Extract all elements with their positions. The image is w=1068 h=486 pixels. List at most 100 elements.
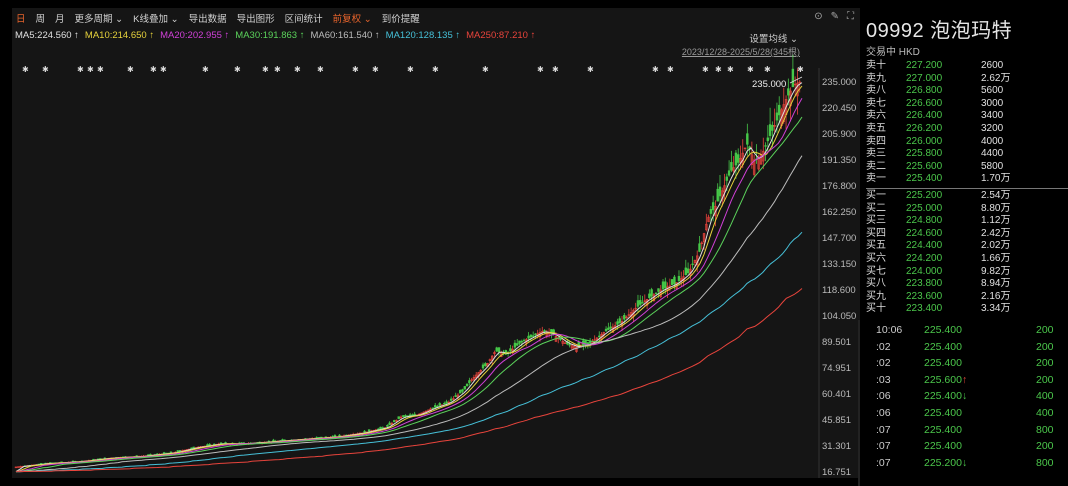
event-marker-icon: ✱ (234, 65, 241, 74)
y-tick-label: 104.050 (822, 311, 856, 322)
ask-vol: 5600 (981, 85, 1004, 97)
bid-label: 买六 (866, 253, 886, 264)
bid-label: 买四 (866, 227, 886, 239)
candle-body (516, 343, 519, 346)
candle-body (650, 289, 653, 297)
ask-row: 卖八 226.800 5600 (866, 85, 1066, 97)
tick-price: 225.600↑ (916, 372, 1036, 389)
bid-price: 224.200 (906, 253, 943, 264)
event-marker-icon: ✱ (747, 65, 754, 74)
candle-body (14, 466, 18, 469)
arrow-down-icon: ↓ (961, 390, 968, 403)
tick-time: :02 (876, 357, 891, 370)
bid-label: 买一 (866, 190, 886, 201)
ask-vol: 3000 (981, 97, 1004, 109)
bid-row: 买八 223.800 8.94万 (866, 278, 1066, 290)
ask-label: 卖五 (866, 123, 886, 134)
ask-price: 227.200 (906, 60, 943, 71)
tick-volume: 400 (1036, 390, 1054, 403)
arrow-up-icon: ↑ (961, 373, 968, 386)
tick-row: 10:06 225.400 200 (860, 322, 1068, 339)
candle-body (497, 347, 501, 353)
event-marker-icon: ✱ (727, 65, 734, 74)
candle-body (598, 335, 601, 338)
y-tick-label: 162.250 (822, 207, 856, 218)
ask-label: 卖一 (866, 173, 886, 185)
event-marker-icon: ✱ (87, 65, 94, 74)
tick-price-value: 225.400 (924, 423, 962, 436)
bid-row: 买十 223.400 3.34万 (866, 303, 1066, 315)
candle-body (616, 321, 619, 325)
candle-body (698, 243, 701, 252)
tick-price: 225.400 (916, 355, 1036, 372)
event-marker-icon: ✱ (160, 65, 167, 74)
candle-body (764, 145, 767, 147)
candle-body (484, 363, 487, 366)
tick-price: 225.400 (916, 405, 1036, 422)
candle-body (725, 176, 729, 181)
event-marker-icon: ✱ (274, 65, 281, 74)
bid-vol: 3.34万 (981, 303, 1011, 315)
candle-body (609, 326, 612, 329)
candle-body (775, 112, 779, 121)
candle-body (459, 389, 462, 394)
ask-price: 226.000 (906, 135, 943, 147)
bid-label: 买五 (866, 240, 886, 252)
candle-body (618, 318, 621, 324)
y-tick-label: 89.501 (822, 337, 851, 348)
bid-vol: 2.42万 (981, 227, 1011, 239)
candle-body (623, 315, 626, 320)
candle-body (737, 154, 740, 163)
candle-body (176, 450, 179, 452)
candle-body (654, 292, 658, 294)
tick-price: 225.400 (916, 422, 1036, 439)
tick-price-value: 225.400 (924, 390, 962, 403)
candle-body (771, 125, 774, 131)
candle-body (381, 427, 384, 429)
tick-time: :06 (876, 407, 891, 419)
tick-row: :02 225.400 200 (860, 339, 1068, 356)
candle-body (443, 402, 446, 405)
event-marker-icon: ✱ (127, 65, 134, 74)
candle-body (648, 293, 651, 298)
tick-price-value: 225.400 (924, 357, 962, 370)
ask-vol: 1.70万 (981, 173, 1011, 185)
ma-line-ma60 (16, 155, 803, 473)
bid-price: 224.800 (906, 215, 943, 227)
ask-row: 卖一 225.400 1.70万 (866, 173, 1066, 185)
ask-row: 卖二 225.600 5800 (866, 161, 1066, 173)
ask-label: 卖六 (866, 110, 886, 122)
candle-body (208, 443, 211, 446)
candle-body (431, 407, 435, 409)
event-marker-icon: ✱ (294, 65, 301, 74)
ma-line-ma5 (15, 82, 803, 473)
y-tick-label: 118.600 (822, 285, 856, 296)
tick-volume: 200 (1036, 440, 1054, 453)
ask-label: 卖八 (866, 85, 886, 97)
event-marker-icon: ✱ (667, 65, 674, 74)
tick-row: :02 225.400 200 (860, 355, 1068, 372)
ask-price: 225.600 (906, 160, 943, 172)
bid-row: 买六 224.200 1.66万 (866, 253, 1066, 265)
candle-body (636, 300, 640, 307)
candle-body (670, 279, 674, 286)
candle-body (673, 276, 676, 285)
y-tick-label: 205.900 (822, 129, 856, 140)
ask-label: 卖三 (866, 148, 886, 160)
kline-chart[interactable]: 235.000 220.450 205.900 191.350 176.800 162.2… (12, 8, 860, 478)
ask-label: 卖二 (866, 160, 886, 172)
candle-body (691, 263, 694, 266)
candle-body (388, 422, 391, 426)
tick-volume: 200 (1036, 340, 1054, 353)
candle-body (392, 420, 396, 422)
y-tick-label: 31.301 (822, 441, 851, 452)
candle-body (397, 416, 400, 419)
candle-body (563, 342, 567, 344)
candle-body (718, 186, 722, 197)
kline-chart-panel[interactable]: 日周月更多周期 ⌄ K线叠加 ⌄ 导出数据 导出图形 区间统计 前复权 ⌄ 到价提醒 ⊙ ✎… (12, 8, 860, 478)
arrow-down-icon: ↓ (961, 456, 968, 469)
ask-row: 卖九 227.000 2.62万 (866, 73, 1066, 85)
candle-body (386, 425, 389, 427)
tick-volume: 400 (1036, 407, 1054, 419)
bid-price: 224.400 (906, 240, 943, 252)
